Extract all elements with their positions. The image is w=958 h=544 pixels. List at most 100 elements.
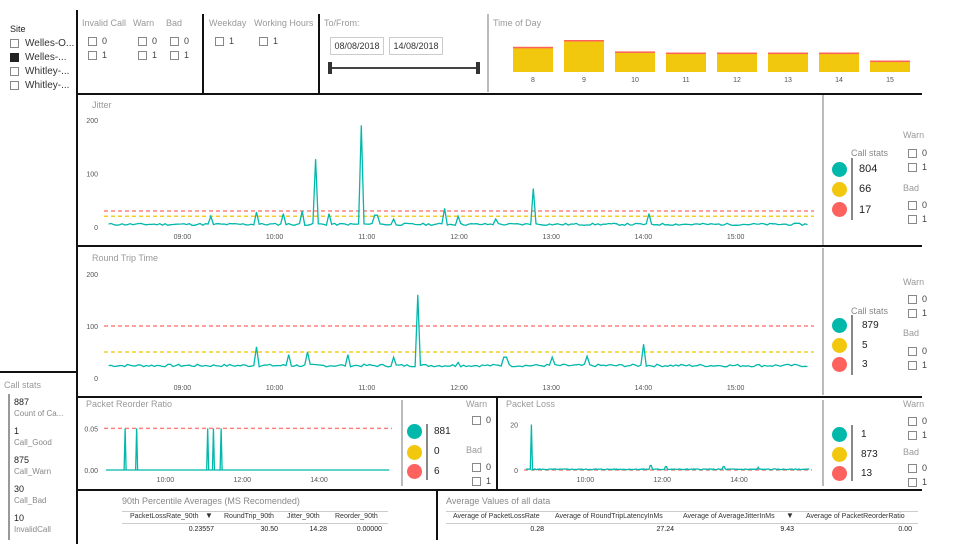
rtt-warn-option-0[interactable]: 0 [908, 294, 927, 304]
y-tick-label: 0 [514, 468, 518, 475]
rtt-bad-option-1[interactable]: 1 [908, 360, 927, 370]
loss-warn-option-0[interactable]: 0 [908, 416, 927, 426]
x-tick-label: 14:00 [635, 385, 653, 392]
tod-bar [666, 52, 706, 72]
sort-desc-icon[interactable]: ▼ [205, 511, 213, 520]
checkbox-icon[interactable] [10, 39, 19, 48]
loss-warn-option-1[interactable]: 1 [908, 430, 927, 440]
col-header-roundtrip[interactable]: RoundTrip_90th [224, 513, 274, 520]
checkbox-icon[interactable] [908, 294, 917, 304]
jitter-warn-option-0[interactable]: 0 [908, 148, 927, 158]
site-option-label: Welles-... [25, 52, 67, 63]
bad-indicator-icon [407, 464, 422, 479]
stats-divider [851, 425, 853, 481]
checkbox-icon[interactable] [908, 477, 917, 487]
reorder-bad-option-0[interactable]: 0 [472, 462, 491, 472]
checkbox-icon[interactable] [908, 148, 917, 158]
series-line [108, 294, 808, 368]
option-label: 0 [184, 36, 190, 46]
x-tick-label: 10:00 [157, 477, 175, 484]
rtt-bad-option-0[interactable]: 0 [908, 346, 927, 356]
site-option-2[interactable]: Whitley-... [10, 66, 69, 77]
reorder-bad-option-1[interactable]: 1 [472, 476, 491, 486]
option-label: 0 [922, 294, 928, 304]
col-header-avg-jitter[interactable]: Average of AverageJitterInMs [683, 513, 775, 520]
x-tick-label: 10:00 [266, 385, 284, 392]
checkbox-icon[interactable] [88, 36, 97, 46]
x-tick-label: 14:00 [310, 477, 328, 484]
loss-bad-option-1[interactable]: 1 [908, 477, 927, 487]
col-header-avg-rtt[interactable]: Average of RoundTripLatencyInMs [555, 513, 663, 520]
reorder-warn-option-0[interactable]: 0 [472, 415, 491, 425]
checkbox-icon[interactable] [138, 36, 147, 46]
jitter-chart: 200 100 0 09:00 10:00 11:00 12:00 13:00 14:00 15:… [86, 118, 814, 241]
checkbox-icon[interactable] [88, 50, 97, 60]
x-tick-label: 09:00 [174, 385, 192, 392]
invalid-call-option-1[interactable]: 1 [88, 50, 107, 60]
weekday-option-1[interactable]: 1 [215, 36, 234, 46]
date-range-slider-start-handle[interactable] [328, 62, 332, 74]
jitter-bad-option-1[interactable]: 1 [908, 214, 927, 224]
col-header-packetloss[interactable]: PacketLossRate_90th [130, 513, 199, 520]
checkbox-icon[interactable] [908, 346, 917, 356]
loss-bad-option-0[interactable]: 0 [908, 463, 927, 473]
loss-bad-count: 13 [861, 468, 873, 479]
end-date-input[interactable]: 14/08/2018 [389, 37, 443, 55]
y-tick-label: 0.00 [84, 468, 98, 475]
site-option-1[interactable]: Welles-... [10, 52, 67, 63]
site-option-3[interactable]: Whitley-... [10, 80, 69, 91]
checkbox-icon[interactable] [908, 308, 917, 318]
checkbox-icon[interactable] [10, 53, 19, 62]
checkbox-icon[interactable] [908, 463, 917, 473]
invalid-call-option-0[interactable]: 0 [88, 36, 107, 46]
tod-bar-top [513, 46, 553, 49]
warn-label: Warn [133, 18, 155, 28]
jitter-bad-option-0[interactable]: 0 [908, 200, 927, 210]
working-hours-label: Working Hours [254, 18, 314, 28]
checkbox-icon[interactable] [908, 200, 917, 210]
checkbox-icon[interactable] [908, 360, 917, 370]
checkbox-icon[interactable] [908, 162, 917, 172]
jitter-warn-option-1[interactable]: 1 [908, 162, 927, 172]
tod-bar-top [564, 40, 604, 42]
table-row-border [122, 523, 388, 524]
checkbox-icon[interactable] [472, 415, 481, 425]
bad-option-0[interactable]: 0 [170, 36, 189, 46]
checkbox-icon[interactable] [908, 430, 917, 440]
checkbox-icon[interactable] [138, 50, 147, 60]
checkbox-icon[interactable] [908, 416, 917, 426]
working-hours-option-1[interactable]: 1 [259, 36, 278, 46]
col-header-avg-loss[interactable]: Average of PacketLossRate [453, 513, 540, 520]
bad-option-1[interactable]: 1 [170, 50, 189, 60]
warn-option-0[interactable]: 0 [138, 36, 157, 46]
col-header-reorder[interactable]: Reorder_90th [335, 513, 378, 520]
checkbox-icon[interactable] [10, 67, 19, 76]
checkbox-icon[interactable] [472, 462, 481, 472]
rtt-bad-label: Bad [903, 328, 920, 338]
checkbox-icon[interactable] [259, 36, 268, 46]
option-label: 0 [922, 346, 928, 356]
x-tick-label: 10:00 [266, 234, 284, 241]
checkbox-icon[interactable] [10, 81, 19, 90]
warn-option-1[interactable]: 1 [138, 50, 157, 60]
checkbox-icon[interactable] [170, 36, 179, 46]
checkbox-icon[interactable] [472, 476, 481, 486]
col-header-avg-reorder[interactable]: Average of PacketReorderRatio [806, 513, 905, 520]
reorder-spike [134, 428, 139, 471]
checkbox-icon[interactable] [215, 36, 224, 46]
start-date-input[interactable]: 08/08/2018 [330, 37, 384, 55]
date-range-slider-end-handle[interactable] [476, 62, 480, 74]
checkbox-icon[interactable] [908, 214, 917, 224]
option-label: 0 [152, 36, 158, 46]
site-option-0[interactable]: Welles-O... [10, 38, 74, 49]
checkbox-icon[interactable] [170, 50, 179, 60]
x-tick-label: 13:00 [542, 234, 560, 241]
time-of-day-title: Time of Day [493, 18, 542, 28]
col-header-jitter[interactable]: Jitter_90th [287, 513, 320, 520]
tod-bar [870, 60, 910, 72]
date-range-slider-track[interactable] [330, 67, 478, 69]
rtt-warn-option-1[interactable]: 1 [908, 308, 927, 318]
invalid-call-count-label: InvalidCall [14, 525, 51, 534]
option-label: 0 [922, 416, 928, 426]
sort-desc-icon[interactable]: ▼ [786, 511, 794, 520]
